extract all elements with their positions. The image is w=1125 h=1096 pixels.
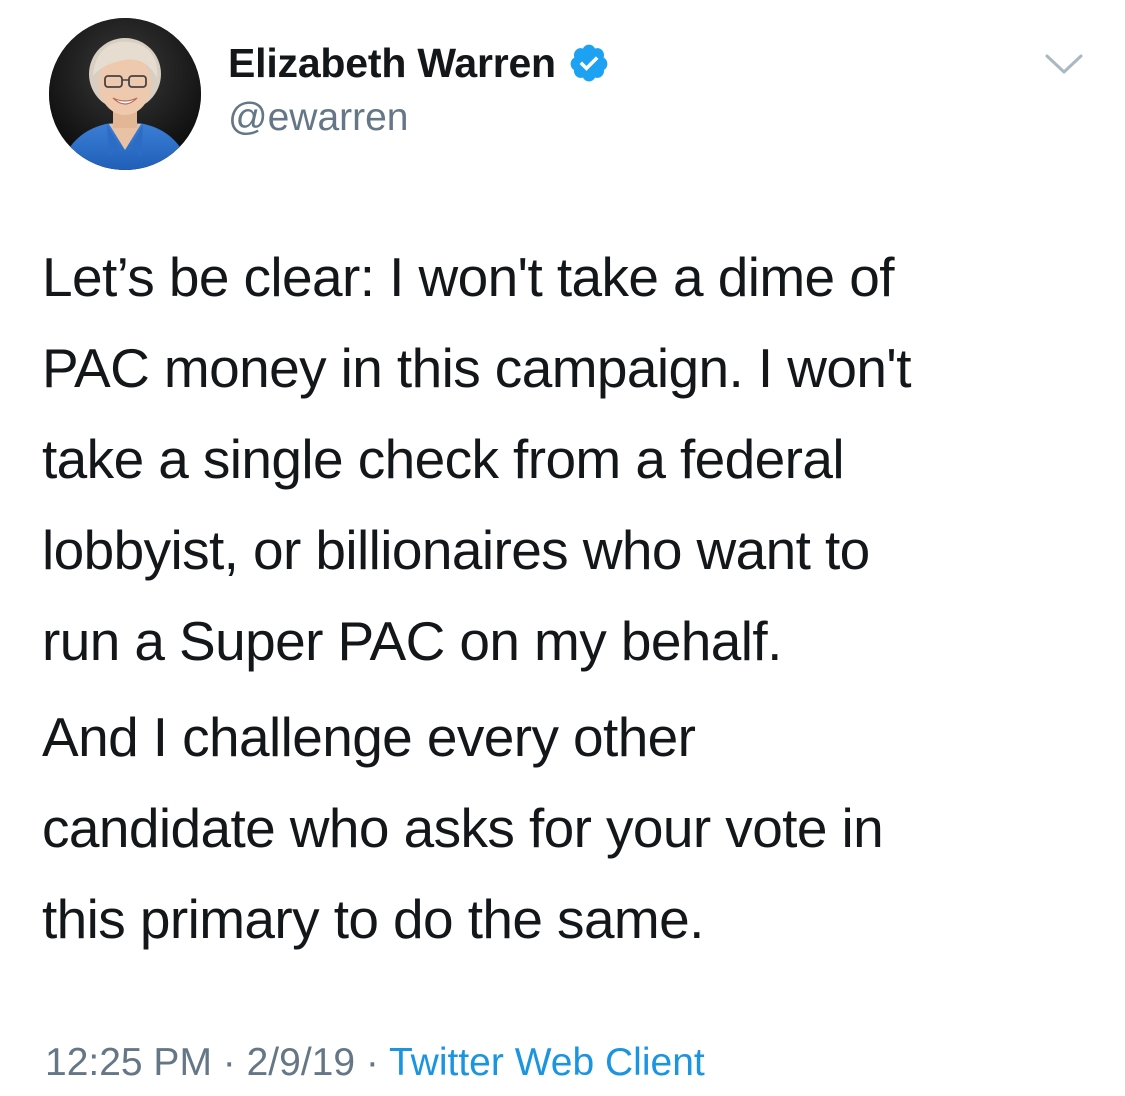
tweet-text: Let’s be clear: I won't take a dime of P… <box>42 232 1092 965</box>
tweet-paragraph: Let’s be clear: I won't take a dime of P… <box>42 246 911 672</box>
tweet-card: Elizabeth Warren @ewarren Let’s be clear… <box>0 0 1125 1096</box>
chevron-down-icon[interactable] <box>1043 50 1085 78</box>
author-name-row: Elizabeth Warren <box>228 40 610 86</box>
meta-separator: · <box>211 1041 247 1084</box>
handle[interactable]: @ewarren <box>228 96 409 140</box>
tweet-source-link[interactable]: Twitter Web Client <box>389 1041 705 1084</box>
tweet-time[interactable]: 12:25 PM <box>45 1041 212 1084</box>
avatar-image <box>49 18 201 170</box>
tweet-meta: 12:25 PM · 2/9/19 · Twitter Web Client <box>45 1040 705 1086</box>
verified-badge-icon <box>568 42 610 84</box>
tweet-date[interactable]: 2/9/19 <box>247 1041 355 1084</box>
display-name[interactable]: Elizabeth Warren <box>228 40 556 86</box>
meta-separator: · <box>355 1041 390 1084</box>
avatar[interactable] <box>49 18 201 170</box>
tweet-paragraph: And I challenge every other candidate wh… <box>42 706 884 950</box>
